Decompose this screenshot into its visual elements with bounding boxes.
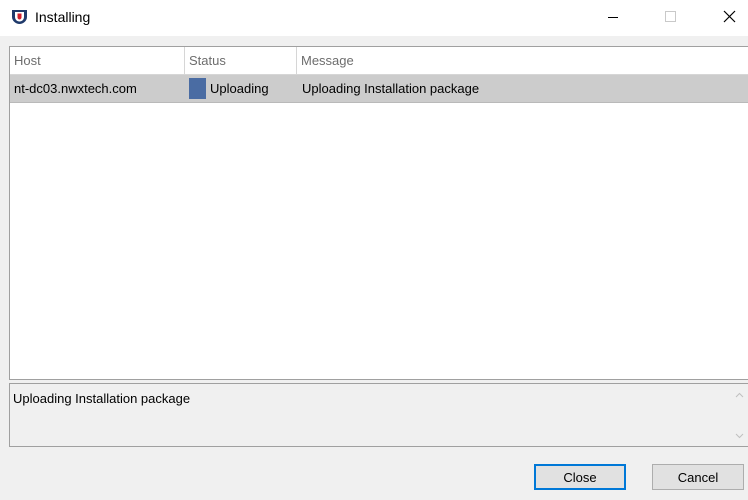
scroll-down-icon[interactable] — [731, 427, 748, 444]
message-cell: Uploading Installation package — [302, 81, 480, 96]
close-window-button[interactable] — [706, 0, 748, 36]
cancel-button[interactable]: Cancel — [652, 464, 744, 490]
grid-header: Host Status Message — [10, 47, 748, 75]
shield-logo-icon — [11, 9, 28, 25]
details-text: Uploading Installation package — [13, 391, 191, 406]
minimize-button[interactable] — [590, 0, 636, 36]
close-button[interactable]: Close — [534, 464, 626, 490]
scroll-up-icon[interactable] — [731, 387, 748, 404]
window-title: Installing — [35, 9, 91, 25]
column-header-message[interactable]: Message — [297, 47, 748, 75]
status-cell: Uploading — [210, 81, 269, 96]
details-scrollbar[interactable] — [731, 384, 748, 446]
install-status-grid[interactable]: Host Status Message nt-dc03.nwxtech.com … — [9, 46, 748, 380]
title-bar[interactable]: Installing — [0, 0, 748, 36]
maximize-button[interactable] — [647, 0, 693, 36]
table-row[interactable]: nt-dc03.nwxtech.com Uploading Uploading … — [10, 75, 748, 103]
details-textbox[interactable]: Uploading Installation package — [9, 383, 748, 447]
status-indicator-icon — [189, 78, 206, 99]
column-header-status[interactable]: Status — [185, 47, 297, 75]
host-cell: nt-dc03.nwxtech.com — [14, 81, 137, 96]
column-header-host[interactable]: Host — [10, 47, 185, 75]
